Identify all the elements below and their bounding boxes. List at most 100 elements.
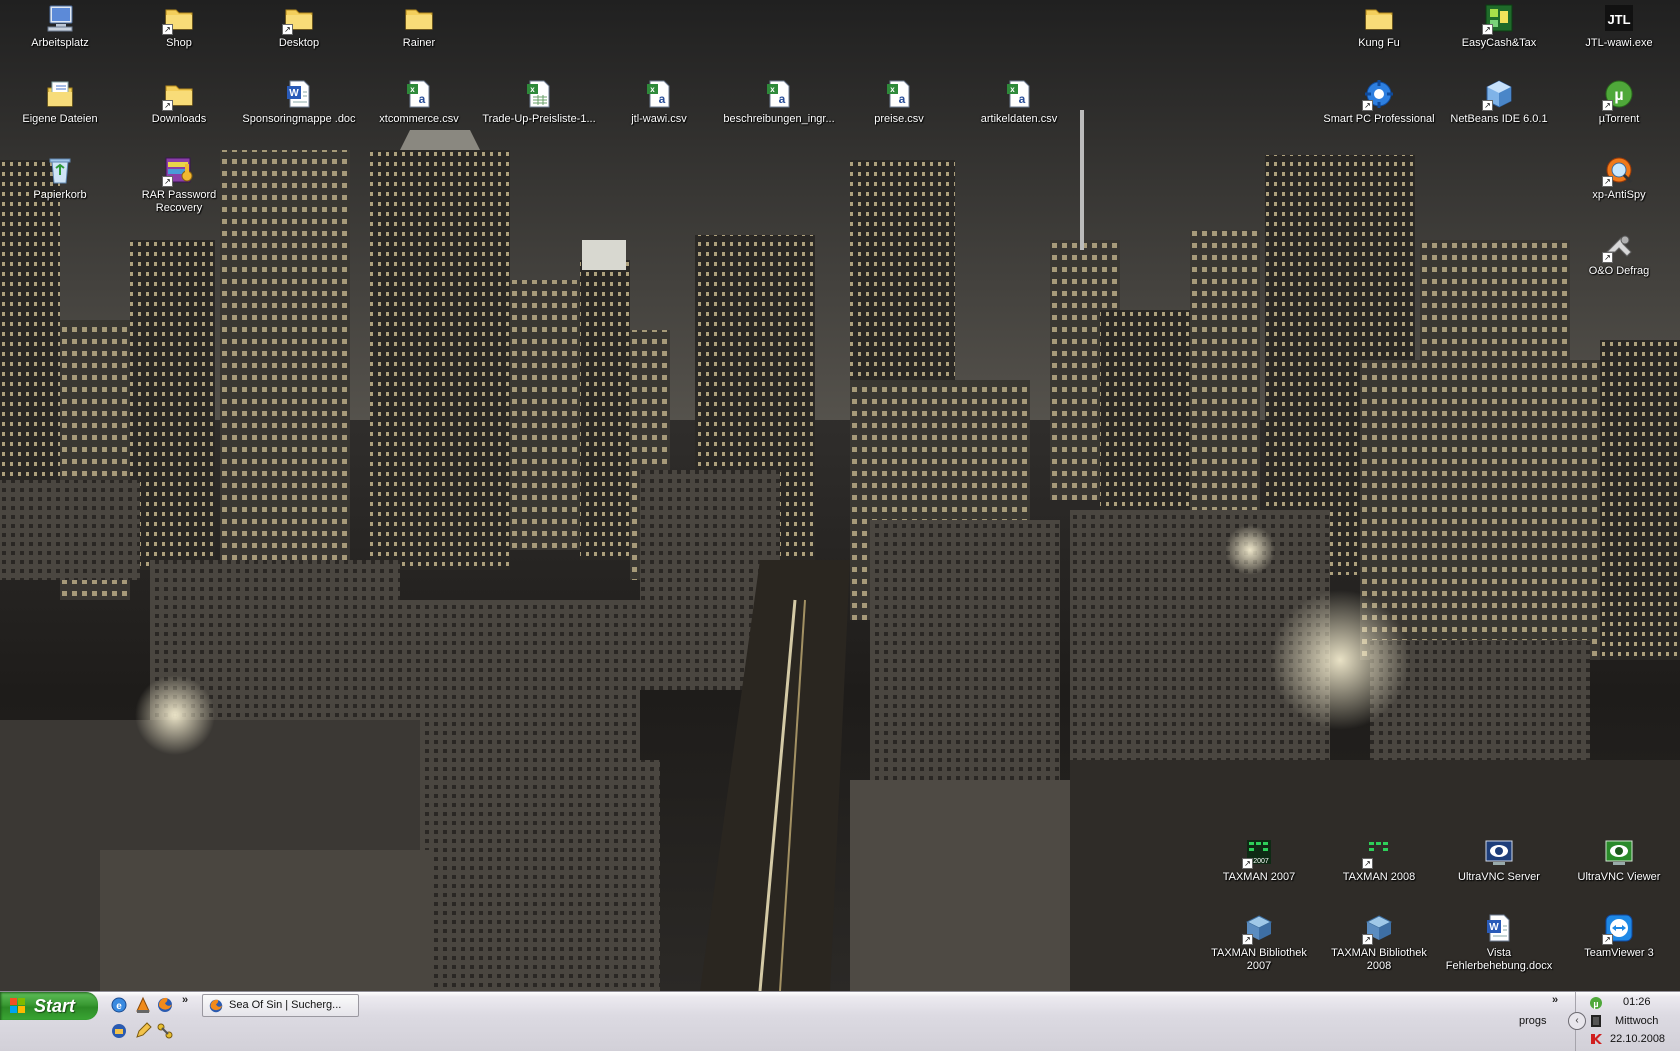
folder-icon [1363,2,1395,34]
icon-label: Arbeitsplatz [31,37,89,49]
desktop-icon-preise-csv[interactable]: xa preise.csv [839,78,959,126]
svg-text:x: x [890,85,895,94]
icon-label: Kung Fu [1358,37,1400,49]
desktop-icon-arbeitsplatz[interactable]: Arbeitsplatz [0,2,120,50]
desktop-icon-rainer[interactable]: Rainer [359,2,479,50]
desktop-icon-xtcommerce-csv[interactable]: xa xtcommerce.csv [359,78,479,126]
csv-file-icon: xa [403,78,435,110]
desktop-icon-easycash-tax[interactable]: ↗ EasyCash&Tax [1439,2,1559,50]
svg-text:a: a [899,92,906,106]
desktop-icon-taxman-bibliothek-2008[interactable]: ↗ TAXMAN Bibliothek 2008 [1319,912,1439,973]
icon-label: NetBeans IDE 6.0.1 [1450,113,1548,125]
desktop-icon-eigene-dateien[interactable]: Eigene Dateien [0,78,120,126]
toolbar-more-button[interactable]: » [1552,994,1558,1006]
ultravnc-viewer-icon [1603,836,1635,868]
icon-label: TAXMAN 2007 [1222,871,1296,883]
icon-label: JTL-wawi.exe [1585,37,1653,49]
desktop-icon-papierkorb[interactable]: Papierkorb [0,154,120,202]
progs-toolbar[interactable]: progs [1519,1015,1547,1027]
icon-label: TAXMAN Bibliothek 2007 [1211,947,1307,972]
taxman-library-icon: ↗ [1362,912,1395,945]
show-hidden-icons-button[interactable]: ‹ [1568,1012,1586,1030]
firefox-icon[interactable] [156,996,174,1014]
icon-label: TAXMAN 2008 [1342,871,1416,883]
desktop-icon-shop[interactable]: ↗ Shop [119,2,239,50]
desktop-icon-ultravnc-server[interactable]: UltraVNC Server [1439,836,1559,884]
desktop-icon-artikeldaten-csv[interactable]: xa artikeldaten.csv [959,78,1079,126]
csv-file-icon: xa [643,78,675,110]
antispy-icon: ↗ [1602,154,1635,187]
desktop-icon-rar-password-recovery[interactable]: ↗ RAR Password Recovery [119,154,239,215]
desktop-icon-jtl-wawi-csv[interactable]: xa jtl-wawi.csv [599,78,719,126]
windows-logo-icon [10,998,25,1013]
desktop-icon-oo-defrag[interactable]: ↗ O&O Defrag [1559,230,1679,278]
desktop-icon-netbeans[interactable]: ↗ NetBeans IDE 6.0.1 [1439,78,1559,126]
csv-file-icon: xa [883,78,915,110]
vlc-icon[interactable] [134,996,152,1014]
desktop-icon-taxman-2007[interactable]: 2007 ↗ TAXMAN 2007 [1199,836,1319,884]
icon-label: O&O Defrag [1588,265,1650,277]
taxman-icon: 2007 ↗ [1242,836,1275,869]
clock-day[interactable]: Mittwoch [1615,1015,1658,1027]
csv-file-icon: xa [1003,78,1035,110]
monitor-tray-icon[interactable] [1589,1014,1603,1028]
rar-password-icon: ↗ [162,154,195,187]
desktop-icon-beschreibungen[interactable]: xa beschreibungen_ingr... [719,78,839,126]
icon-label: TAXMAN Bibliothek 2008 [1331,947,1427,972]
icon-label: Desktop [278,37,320,49]
svg-text:a: a [779,92,786,106]
kaspersky-tray-icon[interactable] [1589,1032,1603,1046]
clock-time[interactable]: 01:26 [1623,996,1651,1008]
netbeans-icon: ↗ [1482,78,1515,111]
desktop-icon-sponsoringmappe[interactable]: W Sponsoringmappe .doc [239,78,359,126]
recycle-bin-icon [44,154,76,186]
desktop-icon-smart-pc-professional[interactable]: ↗ Smart PC Professional [1319,78,1439,126]
ultravnc-server-icon [1483,836,1515,868]
icon-label: Papierkorb [33,189,87,201]
thunderbird-icon[interactable] [110,1022,128,1040]
icon-label: Eigene Dateien [22,113,98,125]
icon-label: Trade-Up-Preisliste-1... [482,113,596,125]
desktop-icon-desktop[interactable]: ↗ Desktop [239,2,359,50]
taxman-icon: ↗ [1362,836,1395,869]
ie-icon[interactable]: e [110,996,128,1014]
icon-label: artikeldaten.csv [980,113,1058,125]
desktop-icon-vista-fehlerbehebung[interactable]: W Vista Fehlerbehebung.docx [1439,912,1559,973]
desktop-icon-downloads[interactable]: ↗ Downloads [119,78,239,126]
utorrent-icon: µ ↗ [1602,78,1635,111]
network-icon[interactable] [156,1022,174,1040]
icon-label: Sponsoringmappe .doc [242,113,356,125]
utorrent-tray-icon[interactable]: µ [1589,996,1603,1010]
icon-label: Smart PC Professional [1323,113,1435,125]
start-button[interactable]: Start [0,992,98,1020]
start-label: Start [34,996,76,1016]
firefox-icon [209,999,223,1013]
csv-file-icon: xa [763,78,795,110]
svg-text:µ: µ [1614,87,1623,104]
easycash-icon: ↗ [1482,2,1515,35]
task-button-firefox-window[interactable]: Sea Of Sin | Sucherg... [202,994,359,1017]
desktop-icon-trade-up-preisliste[interactable]: x Trade-Up-Preisliste-1... [479,78,599,126]
desktop-icon-jtl-wawi[interactable]: JTL JTL-wawi.exe [1559,2,1679,50]
icon-label: µTorrent [1598,113,1640,125]
icon-label: beschreibungen_ingr... [723,113,835,125]
desktop-icon-taxman-2008[interactable]: ↗ TAXMAN 2008 [1319,836,1439,884]
clock-date[interactable]: 22.10.2008 [1610,1033,1665,1045]
svg-text:a: a [1019,92,1026,106]
folder-icon: ↗ [282,2,315,35]
pencil-icon[interactable] [134,1022,152,1040]
svg-text:W: W [1489,922,1499,933]
desktop-icon-xp-antispy[interactable]: ↗ xp-AntiSpy [1559,154,1679,202]
taskbar: Start e » Sea Of Sin | Sucherg... » prog… [0,991,1680,1051]
quick-launch-more-button[interactable]: » [182,994,188,1006]
svg-text:x: x [650,85,655,94]
icon-label: xp-AntiSpy [1592,189,1646,201]
svg-text:2007: 2007 [1253,858,1269,865]
desktop-icon-teamviewer[interactable]: ↗ TeamViewer 3 [1559,912,1679,960]
svg-text:x: x [770,85,775,94]
desktop-icon-utorrent[interactable]: µ ↗ µTorrent [1559,78,1679,126]
desktop-icon-ultravnc-viewer[interactable]: UltraVNC Viewer [1559,836,1679,884]
desktop-icon-kung-fu[interactable]: Kung Fu [1319,2,1439,50]
icon-label: EasyCash&Tax [1461,37,1537,49]
desktop-icon-taxman-bibliothek-2007[interactable]: ↗ TAXMAN Bibliothek 2007 [1199,912,1319,973]
